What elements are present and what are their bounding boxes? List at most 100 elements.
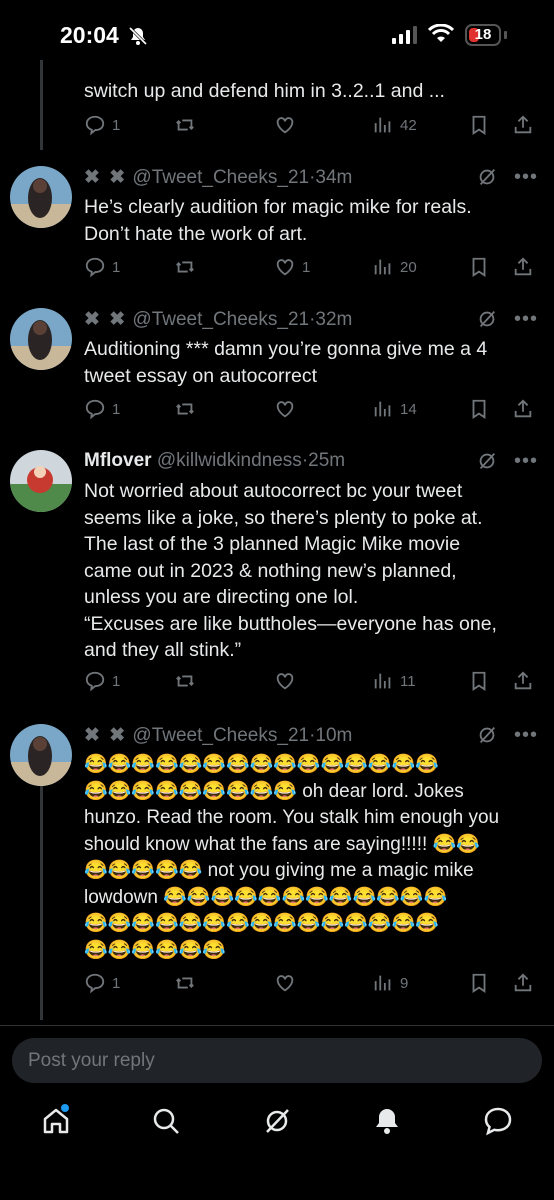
tweet-header: ✖ ✖ @Tweet_Cheeks_21·10m ••• — [84, 724, 538, 750]
tweet-time: 34m — [315, 167, 353, 188]
like-icon — [276, 401, 294, 418]
reply-button[interactable]: 1 — [84, 670, 120, 692]
avatar[interactable] — [10, 308, 72, 370]
bookmark-button[interactable] — [468, 256, 490, 278]
tweet-text: Not worried about autocorrect bc your tw… — [84, 480, 497, 661]
grok-icon[interactable] — [476, 450, 498, 472]
repost-button[interactable] — [174, 398, 196, 420]
bookmark-button[interactable] — [468, 114, 490, 136]
like-button[interactable]: 1 — [274, 256, 310, 278]
tweet-text: 😂😂😂😂😂😂😂😂😂😂😂😂😂😂😂 😂😂😂😂😂😂😂😂😂 oh dear lord. … — [84, 754, 500, 961]
like-button[interactable] — [274, 114, 296, 136]
bookmark-icon — [472, 115, 486, 135]
share-button[interactable] — [512, 256, 534, 278]
repost-icon — [176, 403, 194, 415]
reply-icon — [85, 399, 105, 420]
like-icon — [276, 117, 294, 134]
share-button[interactable] — [512, 972, 534, 994]
tweet-actions: 1 14 — [84, 398, 536, 422]
tweet-header: ✖ ✖ @Tweet_Cheeks_21·34m ••• — [84, 166, 538, 192]
views-count: 42 — [400, 116, 417, 134]
share-button[interactable] — [512, 398, 534, 420]
reply-button[interactable]: 1 — [84, 972, 120, 994]
home-notification-dot — [61, 1104, 69, 1112]
like-button[interactable] — [274, 972, 296, 994]
repost-button[interactable] — [174, 256, 196, 278]
grok-tab-icon[interactable] — [261, 1105, 293, 1137]
reply-button[interactable]: 1 — [84, 398, 120, 420]
tweet-item[interactable]: ✖ ✖ @Tweet_Cheeks_21·32m ••• Auditioning… — [0, 308, 554, 428]
reply-placeholder: Post your reply — [28, 1050, 155, 1071]
tweet-item[interactable]: switch up and defend him in 3..2..1 and … — [0, 78, 554, 148]
reply-icon — [85, 671, 105, 692]
reply-count: 1 — [112, 672, 121, 690]
bookmark-icon — [472, 671, 486, 691]
share-icon — [514, 973, 532, 992]
like-icon — [276, 673, 294, 690]
author-handle[interactable]: @Tweet_Cheeks_21 — [132, 725, 309, 746]
reply-input[interactable]: Post your reply — [12, 1038, 542, 1083]
tweet-actions: 1 1 20 — [84, 256, 536, 280]
bookmark-button[interactable] — [468, 972, 490, 994]
bookmark-button[interactable] — [468, 398, 490, 420]
more-icon[interactable]: ••• — [514, 167, 538, 187]
more-icon[interactable]: ••• — [514, 309, 538, 329]
tweet-actions: 1 9 — [84, 972, 536, 996]
reply-button[interactable]: 1 — [84, 256, 120, 278]
author-name[interactable]: Mflover — [84, 450, 152, 471]
repost-button[interactable] — [174, 114, 196, 136]
bookmark-button[interactable] — [468, 670, 490, 692]
bookmark-icon — [472, 973, 486, 993]
views-button[interactable]: 11 — [372, 670, 416, 692]
share-button[interactable] — [512, 114, 534, 136]
battery-indicator: 18 — [465, 24, 501, 46]
views-count: 9 — [400, 974, 409, 992]
repost-button[interactable] — [174, 670, 196, 692]
tweet-text: Auditioning *** damn you’re gonna give m… — [84, 338, 488, 387]
tweet-item[interactable]: Mflover @killwidkindness·25m ••• Not wor… — [0, 450, 554, 700]
like-button[interactable] — [274, 398, 296, 420]
more-icon[interactable]: ••• — [514, 725, 538, 745]
grok-icon[interactable] — [476, 724, 498, 746]
reply-count: 1 — [112, 258, 121, 276]
author-handle[interactable]: @killwidkindness — [157, 450, 302, 471]
display-name-flags: ✖ ✖ — [84, 167, 128, 188]
avatar[interactable] — [10, 166, 72, 228]
views-button[interactable]: 20 — [372, 256, 417, 278]
tweet-actions: 1 42 — [84, 114, 536, 138]
author-handle[interactable]: @Tweet_Cheeks_21 — [132, 167, 309, 188]
repost-icon — [176, 675, 194, 687]
search-icon[interactable] — [150, 1105, 182, 1137]
like-icon — [276, 975, 294, 992]
grok-icon[interactable] — [476, 166, 498, 188]
views-button[interactable]: 9 — [372, 972, 408, 994]
signal-icon — [392, 26, 417, 44]
tweet-header: Mflover @killwidkindness·25m ••• — [84, 450, 538, 476]
tweet-item[interactable]: ✖ ✖ @Tweet_Cheeks_21·34m ••• He’s clearl… — [0, 166, 554, 286]
tweet-text: He’s clearly audition for magic mike for… — [84, 196, 472, 245]
bookmark-icon — [472, 257, 486, 277]
author-handle[interactable]: @Tweet_Cheeks_21 — [132, 309, 309, 330]
messages-icon[interactable] — [482, 1105, 514, 1137]
views-button[interactable]: 14 — [372, 398, 417, 420]
like-button[interactable] — [274, 670, 296, 692]
tweet-text: switch up and defend him in 3..2..1 and … — [84, 80, 445, 102]
avatar[interactable] — [10, 724, 72, 786]
avatar[interactable] — [10, 450, 72, 512]
views-icon — [374, 117, 391, 133]
tweet-item[interactable]: ✖ ✖ @Tweet_Cheeks_21·10m ••• 😂😂😂😂😂😂😂😂😂😂😂… — [0, 724, 554, 1014]
notifications-icon[interactable] — [371, 1105, 403, 1137]
repost-button[interactable] — [174, 972, 196, 994]
repost-icon — [176, 119, 194, 131]
more-icon[interactable]: ••• — [514, 451, 538, 471]
reply-button[interactable]: 1 — [84, 114, 120, 136]
share-button[interactable] — [512, 670, 534, 692]
repost-icon — [176, 261, 194, 273]
grok-icon[interactable] — [476, 308, 498, 330]
views-count: 20 — [400, 258, 417, 276]
views-icon — [374, 673, 391, 689]
bottom-nav — [0, 1095, 554, 1155]
battery-percent: 18 — [474, 26, 492, 43]
views-button[interactable]: 42 — [372, 114, 417, 136]
share-icon — [514, 257, 532, 276]
